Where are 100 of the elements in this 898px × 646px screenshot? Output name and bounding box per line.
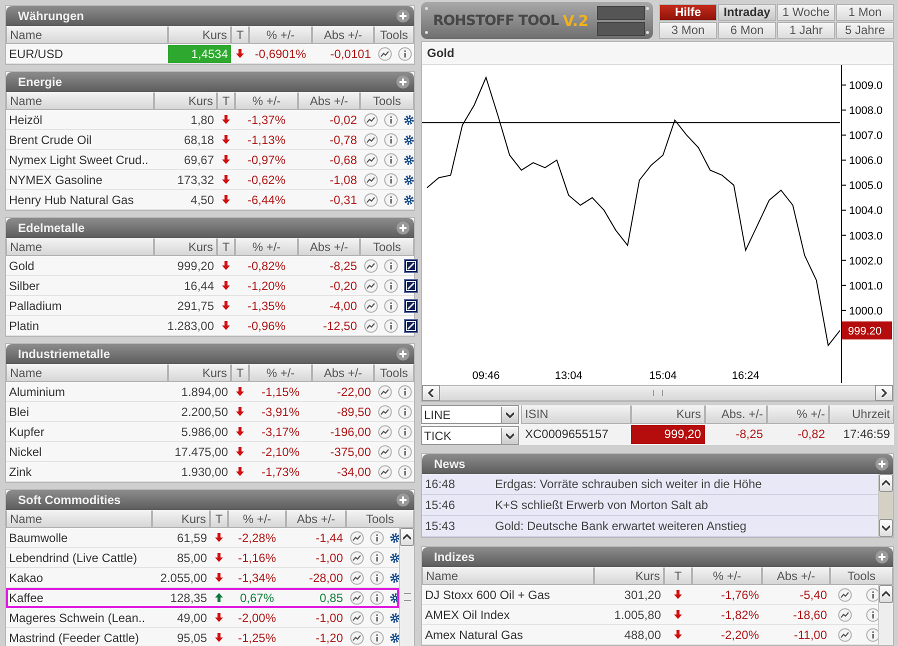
column-header[interactable]: % +/-	[235, 92, 298, 110]
table-row[interactable]: Nymex Light Sweet Crud.. 69,67 -0,97% -0,68	[6, 150, 414, 170]
chevron-down-icon[interactable]	[506, 432, 514, 438]
gear-icon[interactable]	[390, 612, 400, 622]
column-header[interactable]: Tools	[360, 238, 414, 256]
column-header[interactable]: Tools	[830, 567, 893, 585]
edit-icon[interactable]	[404, 318, 418, 332]
chart-icon[interactable]	[350, 630, 364, 644]
info-icon[interactable]	[384, 132, 398, 146]
chart-icon[interactable]	[350, 570, 364, 584]
chart-icon[interactable]	[350, 610, 364, 624]
chart-icon[interactable]	[838, 628, 852, 642]
column-header[interactable]: Name	[6, 238, 154, 256]
column-header[interactable]: Abs +/-	[312, 26, 374, 44]
chart-icon[interactable]	[364, 192, 378, 206]
chart-icon[interactable]	[350, 590, 364, 604]
plus-icon[interactable]	[396, 347, 410, 361]
info-icon[interactable]	[398, 464, 412, 478]
column-header[interactable]: % +/-	[249, 26, 312, 44]
info-icon[interactable]	[866, 608, 880, 622]
gear-icon[interactable]	[404, 154, 414, 164]
chart-icon[interactable]	[364, 258, 378, 272]
plus-icon[interactable]	[396, 221, 410, 235]
info-icon[interactable]	[866, 628, 880, 642]
column-header[interactable]: T	[217, 92, 235, 110]
scrollbar[interactable]	[878, 474, 893, 537]
column-header[interactable]: Tools	[374, 364, 414, 382]
chart-icon[interactable]	[350, 550, 364, 564]
chart-icon[interactable]	[378, 384, 392, 398]
chart-icon[interactable]	[838, 588, 852, 602]
info-icon[interactable]	[384, 152, 398, 166]
dropdown[interactable]: LINE	[421, 405, 519, 424]
info-icon[interactable]	[370, 550, 384, 564]
help-button[interactable]: Hilfe	[659, 4, 717, 21]
info-icon[interactable]	[370, 530, 384, 544]
table-row[interactable]: DJ Stoxx 600 Oil + Gas 301,20 -1,76% -5,40	[422, 585, 878, 605]
info-icon[interactable]	[866, 588, 880, 602]
info-icon[interactable]	[384, 258, 398, 272]
display-field[interactable]	[596, 22, 645, 36]
column-header[interactable]: % +/-	[249, 364, 312, 382]
table-row[interactable]: Amex Natural Gas 488,00 -2,20% -11,00	[422, 625, 878, 645]
info-icon[interactable]	[398, 384, 412, 398]
gear-icon[interactable]	[404, 114, 414, 124]
info-icon[interactable]	[384, 318, 398, 332]
news-headline[interactable]: K+S schließt Erwerb von Morton Salt ab	[495, 498, 708, 512]
scrollbar[interactable]	[878, 585, 893, 645]
gear-icon[interactable]	[404, 194, 414, 204]
table-row[interactable]: Baumwolle 61,59 -2,28% -1,44	[6, 528, 399, 548]
info-icon[interactable]	[384, 192, 398, 206]
gear-icon[interactable]	[404, 134, 414, 144]
column-header[interactable]: Kurs	[168, 364, 231, 382]
column-header[interactable]: % +/-	[235, 238, 298, 256]
plus-icon[interactable]	[396, 75, 410, 89]
plus-icon[interactable]	[396, 493, 410, 507]
column-header[interactable]: Abs +/-	[298, 92, 360, 110]
chevron-right-icon[interactable]	[881, 389, 887, 397]
column-header[interactable]: T	[217, 238, 235, 256]
table-row[interactable]: Kupfer 5.986,00 -3,17% -196,00	[6, 422, 414, 442]
chart-icon[interactable]	[364, 318, 378, 332]
column-header[interactable]: Uhrzeit	[829, 405, 894, 424]
column-header[interactable]: ISIN	[521, 405, 631, 424]
column-header[interactable]: Abs +/-	[762, 567, 830, 585]
chart-icon[interactable]	[364, 172, 378, 186]
chart-icon[interactable]	[838, 608, 852, 622]
chart-icon[interactable]	[364, 298, 378, 312]
column-header[interactable]: Abs +/-	[312, 364, 374, 382]
column-header[interactable]: Name	[422, 567, 594, 585]
column-header[interactable]: Abs +/-	[286, 510, 346, 528]
info-icon[interactable]	[384, 112, 398, 126]
info-icon[interactable]	[384, 172, 398, 186]
table-row[interactable]: Lebendrind (Live Cattle) 85,00 -1,16% -1,00	[6, 548, 399, 568]
plus-icon[interactable]	[875, 457, 889, 471]
gear-icon[interactable]	[404, 174, 414, 184]
info-icon[interactable]	[370, 630, 384, 644]
news-headline[interactable]: Erdgas: Vorräte schrauben sich weiter in die Höhe	[495, 477, 762, 491]
table-row[interactable]: Kaffee 128,35 0,67% 0,85	[6, 588, 399, 608]
chevron-up-icon[interactable]	[882, 480, 890, 486]
chart-icon[interactable]	[350, 530, 364, 544]
chevron-up-icon[interactable]	[403, 534, 411, 540]
column-header[interactable]: Tools	[374, 26, 414, 44]
info-icon[interactable]	[398, 46, 412, 60]
column-header[interactable]: Name	[6, 26, 168, 44]
gear-icon[interactable]	[390, 632, 400, 642]
chart-icon[interactable]	[364, 132, 378, 146]
column-header[interactable]: Kurs	[152, 510, 210, 528]
gear-icon[interactable]	[390, 552, 400, 562]
dropdown[interactable]: TICK	[421, 426, 519, 445]
info-icon[interactable]	[384, 278, 398, 292]
column-header[interactable]: Name	[6, 364, 168, 382]
period-button[interactable]: Intraday	[718, 4, 776, 21]
gear-icon[interactable]	[390, 592, 400, 602]
table-row[interactable]: NYMEX Gasoline 173,32 -0,62% -1,08	[6, 170, 414, 190]
chart-icon[interactable]	[378, 464, 392, 478]
gear-icon[interactable]	[390, 532, 400, 542]
column-header[interactable]: Abs. +/-	[705, 405, 767, 424]
display-field[interactable]	[596, 6, 645, 20]
info-icon[interactable]	[370, 610, 384, 624]
chevron-down-icon[interactable]	[506, 412, 514, 418]
gear-icon[interactable]	[390, 572, 400, 582]
column-header[interactable]: Tools	[346, 510, 414, 528]
